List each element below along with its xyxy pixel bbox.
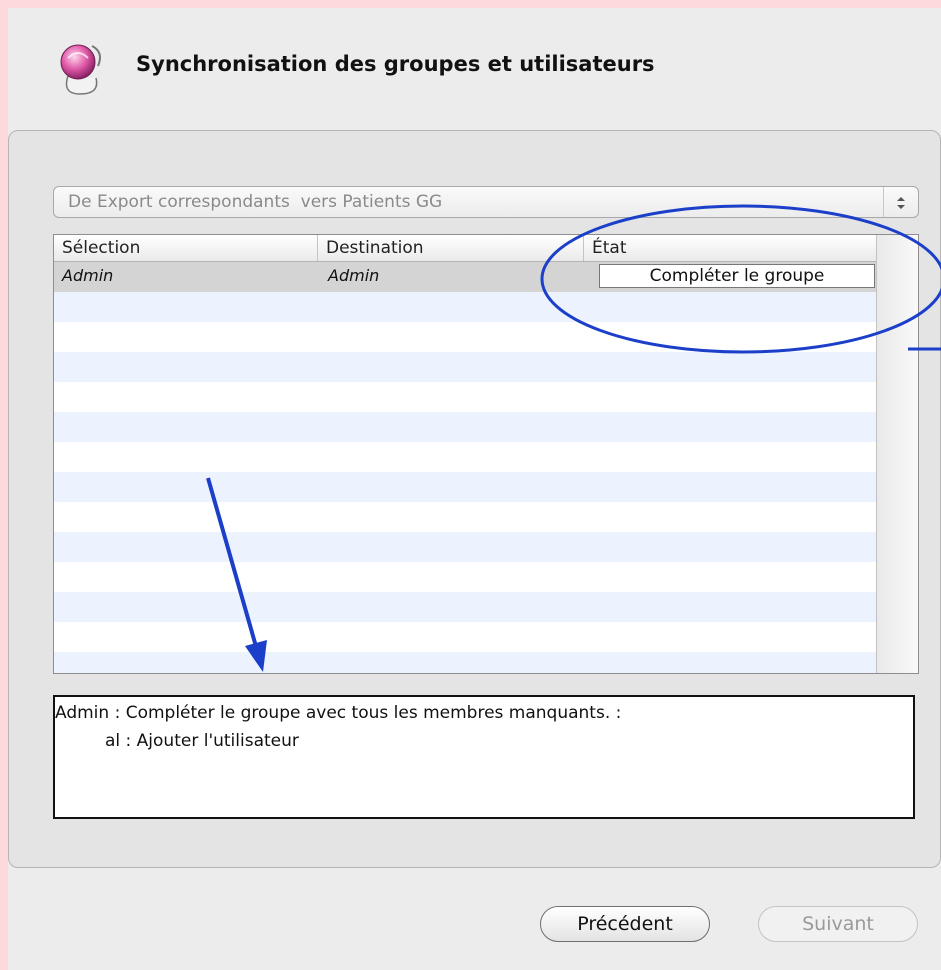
sync-app-icon — [48, 36, 110, 98]
sync-table: Sélection Destination État Admin Admin C… — [53, 234, 919, 674]
previous-button[interactable]: Précédent — [540, 906, 710, 942]
sync-source-label: De Export correspondants vers Patients G… — [68, 192, 443, 212]
empty-row — [54, 532, 876, 562]
empty-row — [54, 592, 876, 622]
empty-row — [54, 562, 876, 592]
empty-row — [54, 352, 876, 382]
column-header-selection[interactable]: Sélection — [54, 235, 318, 261]
up-down-arrows-icon — [883, 187, 918, 217]
table-scrollbar[interactable] — [876, 235, 918, 673]
row-selection-cell: Admin — [62, 266, 114, 285]
complete-group-button[interactable]: Compléter le groupe — [599, 264, 875, 288]
empty-row — [54, 622, 876, 652]
action-description-box: Admin : Compléter le groupe avec tous le… — [53, 695, 915, 819]
empty-row — [54, 382, 876, 412]
empty-row — [54, 292, 876, 322]
row-destination-cell: Admin — [328, 266, 380, 285]
empty-row — [54, 322, 876, 352]
action-detail-line: al : Ajouter l'utilisateur — [105, 731, 299, 751]
empty-row — [54, 442, 876, 472]
column-header-state[interactable]: État — [584, 235, 876, 261]
empty-row — [54, 502, 876, 532]
table-rows: Admin Admin Compléter le groupe — [54, 262, 876, 673]
empty-row — [54, 472, 876, 502]
wizard-window: Synchronisation des groupes et utilisate… — [8, 8, 941, 970]
empty-row — [54, 652, 876, 673]
empty-row — [54, 412, 876, 442]
sync-source-popup[interactable]: De Export correspondants vers Patients G… — [53, 186, 919, 218]
column-header-destination[interactable]: Destination — [318, 235, 584, 261]
next-button[interactable]: Suivant — [758, 906, 918, 942]
page-title: Synchronisation des groupes et utilisate… — [136, 52, 655, 76]
table-row[interactable]: Admin Admin Compléter le groupe — [54, 262, 876, 292]
table-header: Sélection Destination État — [54, 235, 876, 262]
action-description-line: Admin : Compléter le groupe avec tous le… — [55, 703, 622, 723]
sync-panel: De Export correspondants vers Patients G… — [8, 130, 941, 868]
